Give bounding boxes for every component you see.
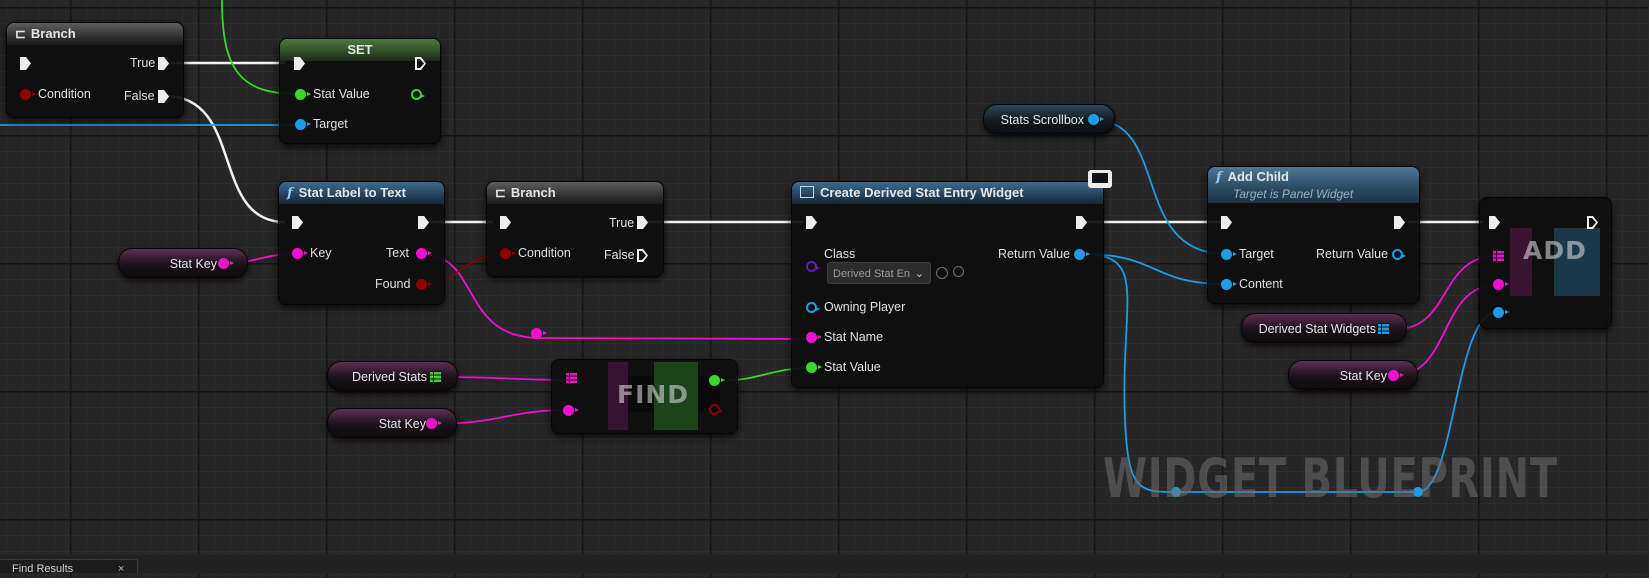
node-title: Branch bbox=[30, 26, 76, 41]
class-pin[interactable] bbox=[806, 261, 820, 272]
stat-value-pin[interactable] bbox=[295, 89, 311, 100]
add-label: ADD bbox=[1523, 236, 1587, 265]
return-value-pin[interactable] bbox=[1392, 249, 1406, 260]
array-pin-icon[interactable] bbox=[566, 372, 577, 383]
variable-label: Stats Scrollbox bbox=[1000, 113, 1084, 127]
pin-stat-name-label: Stat Name bbox=[824, 330, 884, 344]
class-select-value: Derived Stat En bbox=[833, 268, 911, 280]
monitor-icon bbox=[1088, 170, 1112, 188]
node-subtitle: Target is Panel Widget bbox=[1233, 187, 1354, 201]
reroute-knot[interactable] bbox=[531, 328, 547, 339]
key-pin[interactable] bbox=[292, 248, 308, 259]
array-pin-icon[interactable] bbox=[1493, 250, 1504, 261]
function-icon: f bbox=[1216, 170, 1222, 185]
node-header: ⊏ Branch bbox=[7, 23, 183, 45]
condition-pin[interactable] bbox=[500, 248, 516, 259]
variable-label: Stat Key bbox=[169, 257, 217, 271]
node-title: SET bbox=[347, 42, 373, 57]
variable-label: Stat Key bbox=[378, 417, 426, 431]
browse-search-icon[interactable] bbox=[953, 266, 964, 277]
pin-false-label: False bbox=[124, 89, 155, 103]
pin-return-value-label: Return Value bbox=[998, 247, 1071, 261]
target-pin[interactable] bbox=[1221, 249, 1237, 260]
pin-owning-player-label: Owning Player bbox=[824, 300, 906, 314]
close-icon[interactable]: × bbox=[118, 560, 124, 578]
pin-key-label: Key bbox=[310, 246, 332, 260]
stat-name-pin[interactable] bbox=[806, 332, 822, 343]
widget-icon bbox=[800, 186, 814, 198]
find-label: FIND bbox=[617, 380, 690, 409]
pin-found-label: Found bbox=[375, 277, 411, 291]
tab-label: Find Results bbox=[12, 563, 74, 575]
find-found-pin[interactable] bbox=[709, 404, 723, 415]
find-key-pin[interactable] bbox=[563, 405, 579, 416]
variable-label: Stat Key bbox=[1339, 369, 1387, 383]
array-pin-icon[interactable] bbox=[430, 371, 441, 382]
node-title: Stat Label to Text bbox=[298, 185, 406, 200]
function-icon: f bbox=[287, 186, 293, 201]
stat-value-pin[interactable] bbox=[806, 362, 822, 373]
pin-condition-label: Condition bbox=[518, 246, 571, 260]
bottom-panel-strip bbox=[0, 555, 1649, 573]
array-pin-icon[interactable] bbox=[1378, 323, 1389, 334]
pin-condition-label: Condition bbox=[38, 87, 91, 101]
class-select[interactable]: Derived Stat En ⌄ bbox=[827, 262, 931, 284]
stats-scrollbox-pin[interactable] bbox=[1088, 114, 1104, 125]
add-object-pin[interactable] bbox=[1493, 307, 1509, 318]
widget-blueprint-watermark: WIDGET BLUEPRINT bbox=[1103, 447, 1558, 510]
node-title: Branch bbox=[510, 185, 556, 200]
find-value-pin[interactable] bbox=[709, 375, 725, 386]
chevron-down-icon: ⌄ bbox=[914, 268, 924, 280]
branch-node-1[interactable]: ⊏ Branch bbox=[6, 22, 184, 118]
text-pin[interactable] bbox=[416, 248, 432, 259]
found-pin[interactable] bbox=[416, 279, 432, 290]
pin-text-label: Text bbox=[386, 246, 409, 260]
condition-pin[interactable] bbox=[20, 89, 36, 100]
branch-icon: ⊏ bbox=[15, 26, 26, 41]
pin-return-value-label: Return Value bbox=[1316, 247, 1389, 261]
pin-target-label: Target bbox=[1239, 247, 1274, 261]
owning-player-pin[interactable] bbox=[806, 302, 820, 313]
stat-key-pin[interactable] bbox=[218, 258, 234, 269]
pin-true-label: True bbox=[609, 216, 635, 230]
node-title: Create Derived Stat Entry Widget bbox=[820, 185, 1024, 200]
return-value-pin[interactable] bbox=[1074, 249, 1090, 260]
stat-key-pin[interactable] bbox=[1388, 370, 1404, 381]
find-results-tab[interactable]: Find Results × bbox=[0, 559, 138, 575]
use-selected-icon[interactable] bbox=[936, 267, 948, 279]
stat-key-pin[interactable] bbox=[426, 418, 442, 429]
branch-icon: ⊏ bbox=[495, 185, 506, 200]
pin-stat-value-label: Stat Value bbox=[824, 360, 881, 374]
pin-target-label: Target bbox=[313, 117, 348, 131]
pin-false-label: False bbox=[604, 248, 635, 262]
pin-content-label: Content bbox=[1239, 277, 1283, 291]
pin-class-label: Class bbox=[824, 247, 856, 261]
target-pin[interactable] bbox=[295, 119, 311, 130]
content-pin[interactable] bbox=[1221, 279, 1237, 290]
add-item-pin[interactable] bbox=[1493, 279, 1509, 290]
node-header: f Stat Label to Text bbox=[279, 182, 444, 204]
node-header: f Add Child Target is Panel Widget bbox=[1208, 167, 1419, 203]
node-header: Create Derived Stat Entry Widget bbox=[792, 182, 1103, 204]
branch-node-2[interactable]: ⊏ Branch bbox=[486, 181, 664, 277]
variable-label: Derived Stats bbox=[351, 370, 427, 384]
pin-stat-value-label: Stat Value bbox=[313, 87, 370, 101]
node-title: Add Child bbox=[1227, 169, 1289, 184]
pin-true-label: True bbox=[130, 56, 156, 70]
node-header: ⊏ Branch bbox=[487, 182, 663, 204]
variable-label: Derived Stat Widgets bbox=[1258, 322, 1376, 336]
find-node[interactable]: FIND bbox=[551, 359, 738, 434]
stat-value-out-pin[interactable] bbox=[411, 89, 425, 100]
